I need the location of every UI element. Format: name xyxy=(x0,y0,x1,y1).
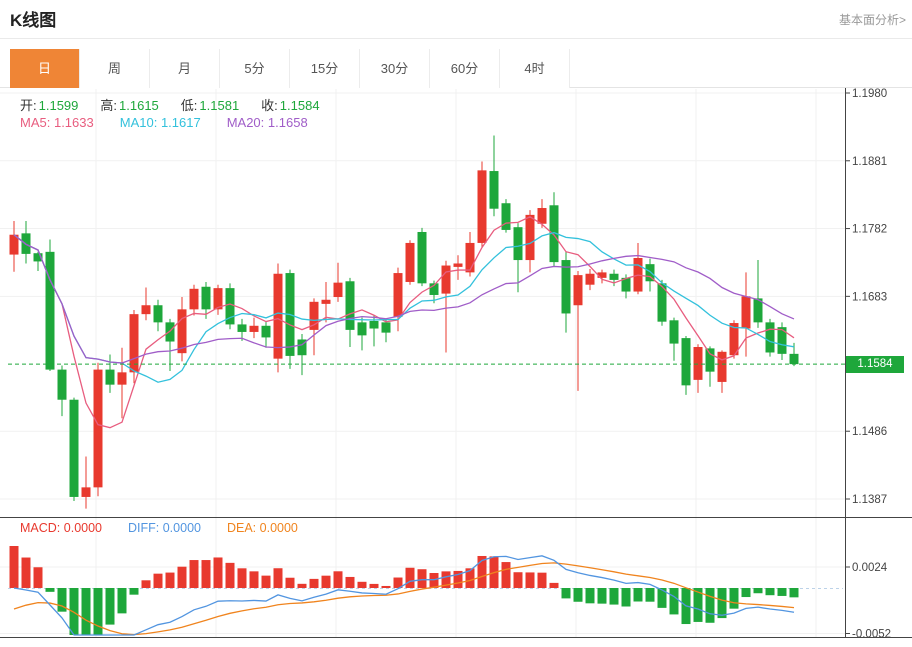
ma10-item: MA10: 1.1617 xyxy=(120,115,201,130)
dea-item: DEA: 0.0000 xyxy=(227,521,298,535)
page-title: K线图 xyxy=(10,6,56,31)
current-price-tag: 1.1584 xyxy=(846,356,904,373)
y-axis-label: 1.1683 xyxy=(852,291,887,303)
high-item: 高:1.1615 xyxy=(100,95,158,114)
ohlc-legend: 开:1.1599 高:1.1615 低:1.1581 收:1.1584 xyxy=(20,95,320,114)
ma5-item: MA5: 1.1633 xyxy=(20,115,94,130)
tab-30min[interactable]: 30分 xyxy=(360,49,430,88)
macd-axis-label: -0.0052 xyxy=(852,629,891,641)
y-axis-label: 1.1782 xyxy=(852,224,887,236)
tab-5min[interactable]: 5分 xyxy=(220,49,290,88)
tab-month[interactable]: 月 xyxy=(150,49,220,88)
open-item: 开:1.1599 xyxy=(20,95,78,114)
macd-item: MACD: 0.0000 xyxy=(20,521,102,535)
ma20-item: MA20: 1.1658 xyxy=(227,115,308,130)
kline-widget: K线图 基本面分析> 日 周 月 5分 15分 30分 60分 4时 1.198… xyxy=(0,0,912,647)
diff-item: DIFF: 0.0000 xyxy=(128,521,201,535)
y-axis-label: 1.1486 xyxy=(852,426,887,438)
tab-day[interactable]: 日 xyxy=(10,49,80,88)
period-tab-bar: 日 周 月 5分 15分 30分 60分 4时 xyxy=(10,49,570,88)
low-item: 低:1.1581 xyxy=(181,95,239,114)
tab-15min[interactable]: 15分 xyxy=(290,49,360,88)
tab-60min[interactable]: 60分 xyxy=(430,49,500,88)
macd-legend: MACD: 0.0000 DIFF: 0.0000 DEA: 0.0000 xyxy=(20,521,298,535)
close-item: 收:1.1584 xyxy=(261,95,319,114)
ma-legend: MA5: 1.1633 MA10: 1.1617 MA20: 1.1658 xyxy=(20,115,308,130)
candles-layer xyxy=(10,135,799,508)
tab-4hour[interactable]: 4时 xyxy=(500,49,570,88)
macd-axis-label: 0.0024 xyxy=(852,562,888,574)
fundamental-analysis-link[interactable]: 基本面分析> xyxy=(839,11,906,28)
y-axis-label: 1.1387 xyxy=(852,494,887,506)
tab-week[interactable]: 周 xyxy=(80,49,150,88)
y-axis-label: 1.1881 xyxy=(852,156,887,168)
macd-layer xyxy=(8,546,843,635)
y-axis-label: 1.1980 xyxy=(852,88,887,100)
